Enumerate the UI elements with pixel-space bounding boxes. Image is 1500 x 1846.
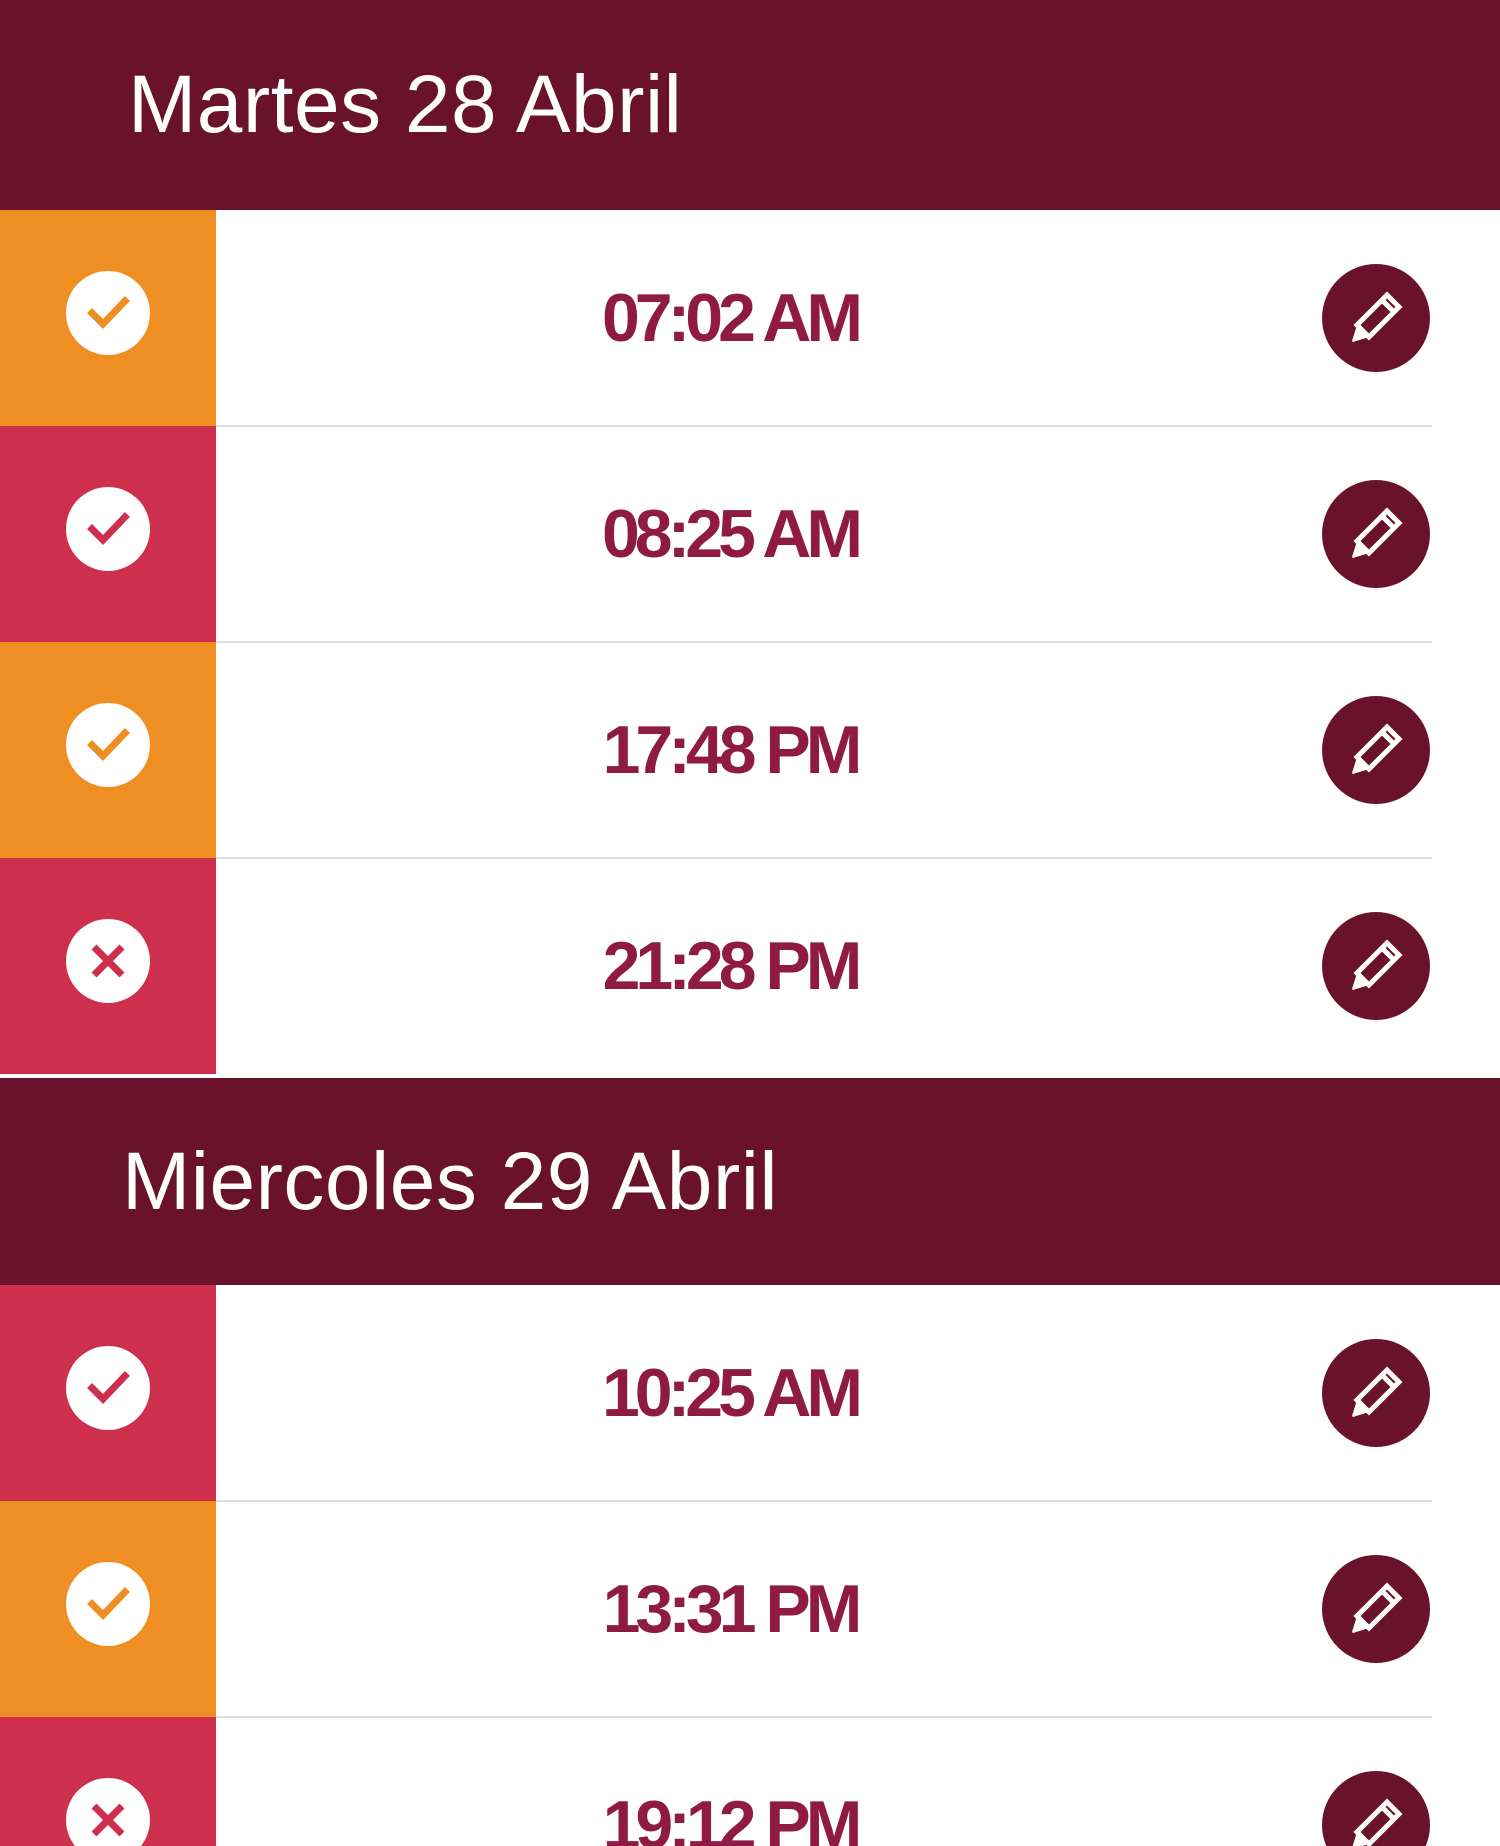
entry-row: 13:31 PM (0, 1501, 1500, 1717)
pencil-icon (1343, 1360, 1409, 1426)
status-indicator (0, 426, 216, 642)
entry-time: 07:02 AM (601, 280, 863, 356)
status-indicator (0, 642, 216, 858)
entry-time: 13:31 PM (602, 1571, 863, 1647)
entry-row: 17:48 PM (0, 642, 1500, 858)
status-indicator (0, 1717, 216, 1846)
day-title: Martes 28 Abril (128, 59, 683, 150)
day-header: Martes 28 Abril (0, 0, 1500, 210)
check-icon (66, 1562, 150, 1646)
check-icon (66, 1346, 150, 1430)
cross-icon (66, 919, 150, 1003)
status-indicator (0, 210, 216, 426)
attendance-list: Martes 28 Abril 07:02 AM 08:25 AM 17:48 PM 2… (0, 0, 1500, 1846)
edit-button[interactable] (1322, 1771, 1430, 1846)
status-indicator (0, 1501, 216, 1717)
pencil-icon (1343, 933, 1409, 999)
edit-button[interactable] (1322, 912, 1430, 1020)
check-icon (66, 703, 150, 787)
day-title: Miercoles 29 Abril (122, 1135, 779, 1227)
edit-button[interactable] (1322, 480, 1430, 588)
entry-row: 10:25 AM (0, 1285, 1500, 1501)
entry-row: 07:02 AM (0, 210, 1500, 426)
entry-time: 08:25 AM (601, 496, 863, 572)
status-indicator (0, 858, 216, 1074)
check-icon (66, 487, 150, 571)
status-indicator (0, 1285, 216, 1501)
cross-icon (66, 1778, 150, 1846)
entry-time: 19:12 PM (602, 1787, 863, 1846)
pencil-icon (1343, 285, 1409, 351)
edit-button[interactable] (1322, 264, 1430, 372)
edit-button[interactable] (1322, 696, 1430, 804)
entry-row: 21:28 PM (0, 858, 1500, 1074)
edit-button[interactable] (1322, 1555, 1430, 1663)
check-icon (66, 271, 150, 355)
pencil-icon (1343, 717, 1409, 783)
edit-button[interactable] (1322, 1339, 1430, 1447)
entry-row: 19:12 PM (0, 1717, 1500, 1846)
entry-time: 21:28 PM (602, 928, 863, 1004)
entry-time: 10:25 AM (601, 1355, 863, 1431)
entry-row: 08:25 AM (0, 426, 1500, 642)
day-header: Miercoles 29 Abril (0, 1078, 1500, 1285)
pencil-icon (1343, 1576, 1409, 1642)
entry-time: 17:48 PM (602, 712, 863, 788)
pencil-icon (1343, 1792, 1409, 1846)
pencil-icon (1343, 501, 1409, 567)
